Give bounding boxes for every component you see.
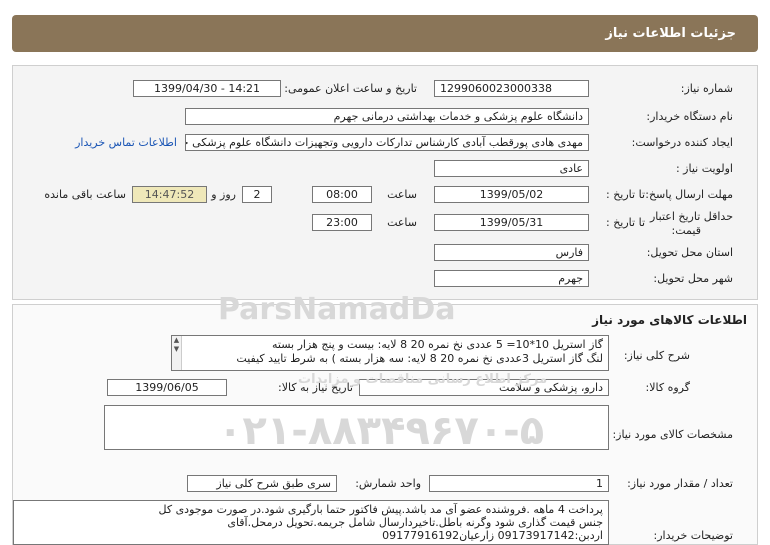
validity-time-field: 23:00 (312, 214, 372, 231)
goods-panel: اطلاعات کالاهای مورد نیاز شرح کلی نیاز: … (12, 304, 758, 545)
need-number-field: 1299060023000338 (434, 80, 589, 97)
priority-label: اولویت نیاز : (675, 162, 733, 175)
days-label: روز و (211, 188, 236, 201)
buyer-notes-field: پرداخت 4 ماهه .فروشنده عضو آی مد باشد.پی… (13, 500, 609, 545)
description-line-1: گاز استریل 10*10= 5 عددی نخ نمره 20 8 لا… (272, 338, 603, 351)
announce-datetime-field: 1399/04/30 - 14:21 (133, 80, 281, 97)
scroll-up-icon: ▲ (173, 336, 180, 344)
countdown-field: 14:47:52 (132, 186, 207, 203)
deadline-label: مهلت ارسال پاسخ: (645, 188, 733, 201)
deadline-time-field: 08:00 (312, 186, 372, 203)
description-scrollbar[interactable]: ▲ ▼ (172, 336, 182, 370)
notes-line-3: اردبن:09173917142 زارعیان09177916192 (382, 529, 603, 542)
unit-label: واحد شمارش: (355, 477, 421, 490)
need-date-label: تاریخ نیاز به کالا: (278, 381, 353, 394)
general-description-field: ▲ ▼ گاز استریل 10*10= 5 عددی نخ نمره 20 8… (171, 335, 609, 371)
notes-line-1: پرداخت 4 ماهه .فروشنده عضو آی مد باشد.پی… (158, 503, 604, 516)
remaining-label: ساعت باقی مانده (44, 188, 126, 201)
page-title: جزئیات اطلاعات نیاز (605, 26, 736, 41)
description-line-2: لنگ گاز استریل 3عددی نخ نمره 20 8 لایه: … (236, 352, 603, 365)
validity-date-field: 1399/05/31 (434, 214, 589, 231)
province-field: فارس (434, 244, 589, 261)
validity-label-line2: قیمت: (671, 224, 701, 237)
deadline-time-label: ساعت (387, 188, 417, 201)
scroll-down-icon: ▼ (173, 345, 180, 353)
requester-label: ایجاد کننده درخواست: (631, 136, 733, 149)
buyer-notes-label: توضیحات خریدار: (653, 529, 734, 542)
need-number-label: شماره نیاز: (680, 82, 733, 95)
priority-field: عادی (434, 160, 589, 177)
buyer-contact-link[interactable]: اطلاعات تماس خریدار (75, 136, 177, 149)
deadline-to-date-label: تا تاریخ : (606, 188, 645, 201)
general-description-label: شرح کلی نیاز: (623, 349, 690, 362)
goods-group-field: دارو، پزشکی و سلامت (359, 379, 609, 396)
quantity-field: 1 (429, 475, 609, 492)
validity-time-label: ساعت (387, 216, 417, 229)
buyer-org-field: دانشگاه علوم پزشکی و خدمات بهداشتی درمان… (185, 108, 589, 125)
buyer-org-label: نام دستگاه خریدار: (646, 110, 733, 123)
specifications-label: مشخصات کالای مورد نیاز: (612, 428, 733, 441)
city-label: شهر محل تحویل: (653, 272, 733, 285)
goods-section-title: اطلاعات کالاهای مورد نیاز (592, 313, 747, 327)
quantity-label: تعداد / مقدار مورد نیاز: (627, 477, 733, 490)
deadline-date-field: 1399/05/02 (434, 186, 589, 203)
goods-group-label: گروه کالا: (645, 381, 690, 394)
notes-line-2: جنس قیمت گذاری شود وگرنه باطل.تاخیردارسا… (227, 516, 603, 529)
requester-field: مهدی هادی پورقطب آبادی کارشناس تدارکات د… (185, 134, 589, 151)
province-label: استان محل تحویل: (646, 246, 733, 259)
days-remaining-field: 2 (242, 186, 272, 203)
specifications-field (104, 405, 609, 450)
validity-label-line1: حداقل تاریخ اعتبار (649, 210, 733, 223)
city-field: جهرم (434, 270, 589, 287)
unit-field: سری طبق شرح کلی نیاز (187, 475, 337, 492)
validity-to-date-label: تا تاریخ : (606, 216, 645, 229)
announce-datetime-label: تاریخ و ساعت اعلان عمومی: (284, 82, 417, 95)
need-date-field: 1399/06/05 (107, 379, 227, 396)
need-details-panel: شماره نیاز: 1299060023000338 تاریخ و ساع… (12, 65, 758, 300)
page-header: جزئیات اطلاعات نیاز (12, 15, 758, 52)
